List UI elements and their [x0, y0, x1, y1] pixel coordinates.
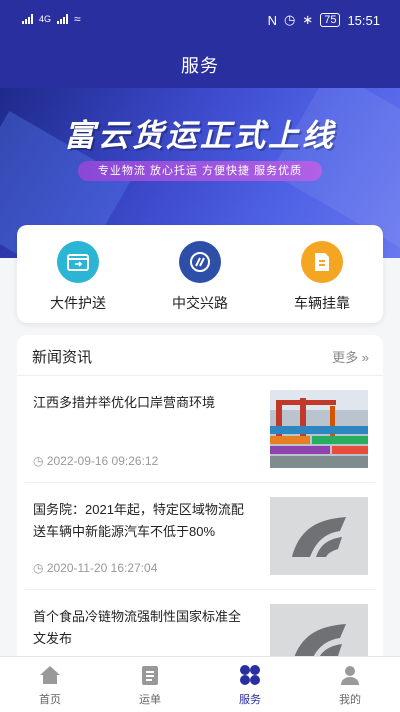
news-item[interactable]: 江西多措并举优化口岸营商环境 ◷ 2022-09-16 09:26:12	[25, 376, 375, 483]
more-label: 更多	[332, 350, 359, 365]
tab-profile[interactable]: 我的	[300, 663, 400, 707]
wifi-icon: ≈	[74, 12, 81, 26]
service-label: 大件护送	[50, 295, 106, 311]
tab-label: 我的	[339, 694, 361, 706]
banner-headline: 富云货运正式上线	[64, 118, 336, 153]
news-title: 江西多措并举优化口岸营商环境	[33, 395, 216, 410]
service-label: 车辆挂靠	[294, 295, 350, 311]
alarm-icon: ◷	[283, 12, 296, 27]
news-section: 新闻资讯 更多 » 江西多措并举优化口岸营商环境 ◷ 2022-09-16 09…	[17, 335, 383, 660]
service-zhongjiao-xinglu[interactable]: 中交兴路	[150, 241, 250, 313]
signal-icon	[22, 14, 33, 24]
tab-orders[interactable]: 运单	[100, 663, 200, 707]
news-title: 国务院：2021年起，特定区域物流配送车辆中新能源汽车不低于80%	[33, 502, 244, 539]
user-icon	[338, 663, 362, 687]
news-title: 首个食品冷链物流强制性国家标准全文发布	[33, 609, 242, 646]
nfc-icon: N	[267, 12, 277, 28]
double-chevron-right-icon: »	[361, 350, 369, 365]
news-header: 新闻资讯 更多 »	[17, 335, 383, 376]
box-icon	[57, 241, 99, 283]
news-heading: 新闻资讯	[32, 349, 93, 366]
service-card: 大件护送 中交兴路 车辆挂靠	[17, 225, 383, 323]
news-date-text: 2022-09-16 09:26:12	[46, 454, 159, 468]
bottom-tab-bar: 首页 运单 服务 我的	[0, 656, 400, 712]
app-header: 4G ≈ N ◷ ∗ 75 15:51 服务	[0, 0, 400, 88]
status-left: 4G ≈	[22, 12, 81, 26]
clock: 15:51	[347, 12, 380, 28]
page-title: 服务	[181, 56, 219, 76]
tab-label: 服务	[239, 694, 261, 706]
battery-icon: 75	[320, 13, 341, 27]
more-link[interactable]: 更多 »	[332, 347, 369, 366]
signal-icon-2	[57, 14, 69, 24]
clock-icon: ◷	[33, 561, 44, 575]
tab-label: 运单	[139, 694, 161, 706]
news-thumbnail-placeholder	[270, 497, 368, 575]
tab-home[interactable]: 首页	[0, 663, 100, 707]
four-petal-icon	[238, 663, 262, 687]
banner-tagline: 专业物流 放心托运 方便快捷 服务优质	[78, 161, 322, 181]
news-thumbnail-placeholder	[270, 604, 368, 660]
clock-icon: ◷	[33, 454, 44, 468]
status-right: N ◷ ∗ 75 15:51	[268, 12, 380, 28]
bluetooth-icon: ∗	[302, 12, 314, 27]
document-icon	[301, 241, 343, 283]
news-date-text: 2020-11-20 16:27:04	[46, 561, 158, 575]
home-icon	[38, 663, 62, 687]
zhongjiao-logo-icon	[179, 241, 221, 283]
clipboard-icon	[138, 663, 162, 687]
service-oversize-escort[interactable]: 大件护送	[28, 241, 128, 313]
news-thumbnail-port-image	[270, 390, 368, 468]
news-item[interactable]: 首个食品冷链物流强制性国家标准全文发布	[25, 590, 375, 660]
tab-services[interactable]: 服务	[200, 663, 300, 707]
status-bar: 4G ≈ N ◷ ∗ 75 15:51	[0, 0, 400, 40]
tab-label: 首页	[39, 694, 61, 706]
service-vehicle-affiliation[interactable]: 车辆挂靠	[272, 241, 372, 313]
news-item[interactable]: 国务院：2021年起，特定区域物流配送车辆中新能源汽车不低于80% ◷ 2020…	[25, 483, 375, 590]
network-type: 4G	[39, 14, 52, 24]
news-date: ◷ 2022-09-16 09:26:12	[33, 454, 158, 468]
news-date: ◷ 2020-11-20 16:27:04	[33, 561, 157, 575]
service-label: 中交兴路	[172, 295, 228, 311]
